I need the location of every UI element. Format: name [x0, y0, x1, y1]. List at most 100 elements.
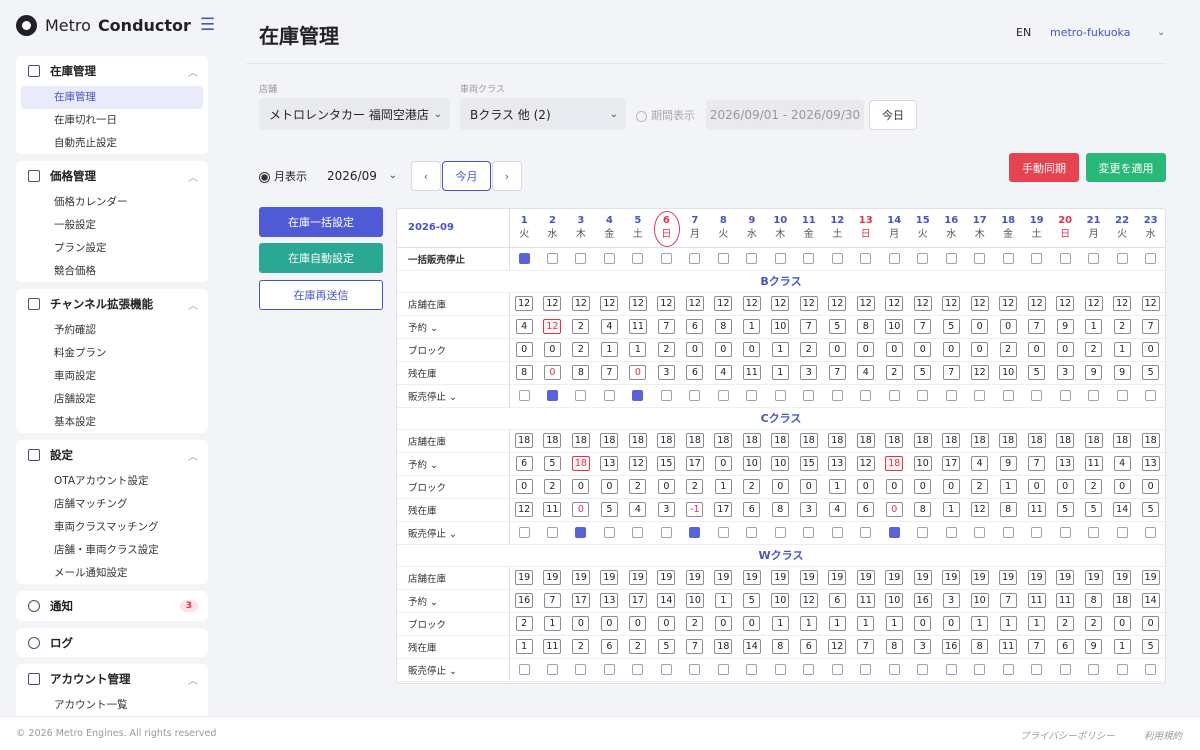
stop-checkbox[interactable]: [632, 663, 644, 675]
blocks-value[interactable]: 0: [543, 342, 561, 357]
blocks-value[interactable]: 0: [857, 479, 875, 494]
store-stock-value[interactable]: 18: [942, 433, 961, 448]
stop-checkbox[interactable]: [803, 252, 815, 264]
store-stock-value[interactable]: 18: [628, 433, 647, 448]
blocks-value[interactable]: 0: [686, 342, 704, 357]
sidebar-section-header[interactable]: 価格管理 ︿: [16, 161, 208, 191]
blocks-value[interactable]: 0: [828, 342, 846, 357]
day-header[interactable]: 9水: [737, 209, 767, 248]
store-stock-value[interactable]: 19: [799, 570, 818, 585]
manual-sync-button[interactable]: 手動同期: [1009, 153, 1079, 182]
sidebar-item-competitor[interactable]: 競合価格: [16, 260, 208, 283]
store-stock-value[interactable]: 12: [714, 296, 733, 311]
day-header[interactable]: 17 木: [965, 209, 994, 248]
store-stock-value[interactable]: 12: [799, 296, 818, 311]
store-stock-value[interactable]: 19: [1141, 570, 1160, 585]
stop-checkbox[interactable]: [945, 389, 957, 401]
stop-checkbox[interactable]: [518, 663, 530, 675]
blocks-value[interactable]: 0: [1028, 479, 1046, 494]
sidebar-item-stockout[interactable]: 在庫切れ一日: [16, 109, 208, 132]
blocks-value[interactable]: 0: [657, 479, 675, 494]
next-month-button[interactable]: ›: [492, 161, 522, 191]
sale-stop-label[interactable]: 販売停止 ⌄: [397, 384, 511, 408]
sidebar-item-general[interactable]: 一般設定: [16, 214, 208, 237]
blocks-value[interactable]: 0: [572, 616, 590, 631]
stop-checkbox[interactable]: [746, 389, 758, 401]
stop-checkbox[interactable]: [945, 526, 957, 538]
date-range-input[interactable]: 2026/09/01 - 2026/09/30: [706, 100, 864, 130]
stop-checkbox[interactable]: [888, 526, 900, 538]
stop-checkbox[interactable]: [974, 252, 986, 264]
blocks-value[interactable]: 2: [515, 616, 533, 631]
blocks-value[interactable]: 1: [828, 479, 846, 494]
sidebar-item-auto-stop[interactable]: 自動売止設定: [16, 132, 208, 155]
blocks-value[interactable]: 2: [629, 479, 647, 494]
blocks-value[interactable]: 1: [971, 616, 989, 631]
blocks-value[interactable]: 0: [942, 479, 960, 494]
sidebar-item-price-calendar[interactable]: 価格カレンダー: [16, 191, 208, 214]
store-stock-value[interactable]: 12: [885, 296, 904, 311]
store-stock-value[interactable]: 12: [600, 296, 619, 311]
blocks-value[interactable]: 1: [543, 616, 561, 631]
stop-checkbox[interactable]: [1002, 663, 1014, 675]
blocks-value[interactable]: 0: [885, 342, 903, 357]
store-stock-value[interactable]: 19: [1056, 570, 1075, 585]
sidebar-item-store-class[interactable]: 店舗・車両クラス設定: [16, 539, 208, 562]
store-stock-value[interactable]: 12: [628, 296, 647, 311]
stop-checkbox[interactable]: [546, 526, 558, 538]
sidebar-item-mail[interactable]: メール通知設定: [16, 562, 208, 585]
stop-checkbox[interactable]: [575, 252, 587, 264]
sale-stop-label[interactable]: 販売停止 ⌄: [397, 521, 511, 545]
stop-checkbox[interactable]: [660, 663, 672, 675]
store-stock-value[interactable]: 18: [515, 433, 534, 448]
store-stock-value[interactable]: 19: [885, 570, 904, 585]
blocks-value[interactable]: 1: [999, 616, 1017, 631]
store-stock-value[interactable]: 12: [685, 296, 704, 311]
blocks-value[interactable]: 1: [600, 342, 618, 357]
store-stock-value[interactable]: 18: [742, 433, 761, 448]
day-header[interactable]: 10 木: [766, 209, 795, 248]
blocks-value[interactable]: 0: [971, 342, 989, 357]
stop-checkbox[interactable]: [1031, 663, 1043, 675]
stop-checkbox[interactable]: [689, 389, 701, 401]
day-header[interactable]: 15 火: [908, 209, 937, 248]
day-header[interactable]: 22 火: [1107, 209, 1137, 248]
blocks-value[interactable]: 2: [743, 479, 761, 494]
blocks-value[interactable]: 2: [800, 342, 818, 357]
store-stock-value[interactable]: 18: [970, 433, 989, 448]
sale-stop-label[interactable]: 販売停止 ⌄: [397, 658, 511, 682]
blocks-value[interactable]: 1: [629, 342, 647, 357]
sidebar-item-basic[interactable]: 基本設定: [16, 411, 208, 434]
stop-checkbox[interactable]: [518, 389, 530, 401]
sidebar-section-header[interactable]: 在庫管理 ︿: [16, 56, 208, 86]
stop-checkbox[interactable]: [774, 526, 786, 538]
store-stock-value[interactable]: 19: [543, 570, 562, 585]
stop-checkbox[interactable]: [746, 526, 758, 538]
reservations-label[interactable]: 予約 ⌄: [397, 315, 511, 339]
stop-checkbox[interactable]: [575, 389, 587, 401]
stop-checkbox[interactable]: [888, 389, 900, 401]
stop-checkbox[interactable]: [660, 389, 672, 401]
store-stock-value[interactable]: 18: [714, 433, 733, 448]
stop-checkbox[interactable]: [860, 252, 872, 264]
blocks-value[interactable]: 2: [1085, 479, 1103, 494]
day-header[interactable]: 2水: [538, 209, 567, 248]
blocks-value[interactable]: 1: [828, 616, 846, 631]
today-button[interactable]: 今日: [869, 100, 917, 130]
blocks-value[interactable]: 0: [942, 342, 960, 357]
stop-checkbox[interactable]: [660, 252, 672, 264]
stop-checkbox[interactable]: [974, 389, 986, 401]
blocks-value[interactable]: 1: [857, 616, 875, 631]
stop-checkbox[interactable]: [632, 526, 644, 538]
blocks-value[interactable]: 2: [1056, 616, 1074, 631]
store-stock-value[interactable]: 12: [1084, 296, 1103, 311]
stop-checkbox[interactable]: [917, 252, 929, 264]
sidebar-section-header[interactable]: アカウント管理 ︿: [16, 664, 208, 694]
store-stock-value[interactable]: 12: [942, 296, 961, 311]
blocks-value[interactable]: 0: [885, 479, 903, 494]
stop-checkbox[interactable]: [860, 389, 872, 401]
blocks-value[interactable]: 0: [914, 342, 932, 357]
stop-checkbox[interactable]: [831, 389, 843, 401]
sidebar-item-class-match[interactable]: 車両クラスマッチング: [16, 516, 208, 539]
blocks-value[interactable]: 1: [1028, 616, 1046, 631]
